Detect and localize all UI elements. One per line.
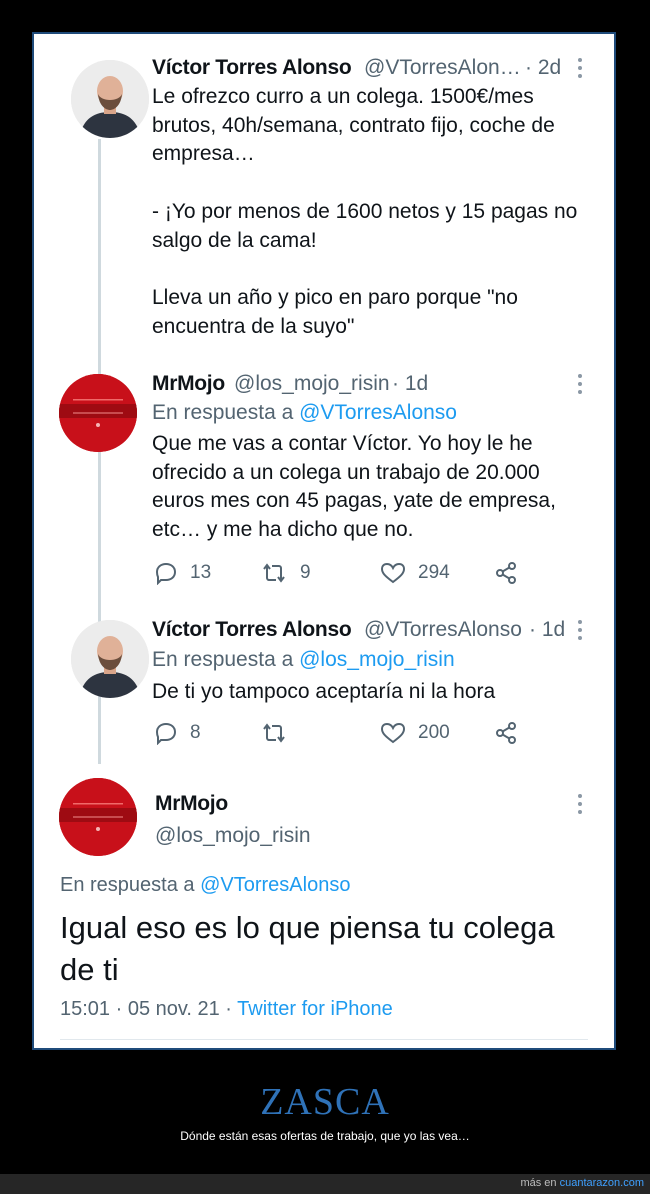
credit-prefix: más en	[520, 1177, 557, 1189]
logo-avatar-icon	[59, 778, 137, 856]
author-name[interactable]: MrMojo	[152, 372, 225, 396]
avatar[interactable]	[59, 374, 137, 452]
tweet-timestamp[interactable]: 15:01 · 05 nov. 21 ·	[60, 998, 232, 1020]
retweet-count: 9	[300, 562, 311, 583]
more-options-icon[interactable]	[577, 620, 583, 644]
person-avatar-icon	[71, 60, 149, 138]
reply-to-link[interactable]: @los_mojo_risin	[299, 648, 455, 671]
tweet-text: Que me vas a contar Víctor. Yo hoy le he…	[152, 432, 556, 542]
divider	[60, 1039, 588, 1040]
like-count: 200	[418, 722, 450, 743]
reply-icon	[155, 562, 177, 585]
reply-button[interactable]: 8	[154, 721, 201, 745]
reply-context: En respuesta a @los_mojo_risin	[152, 648, 455, 672]
avatar[interactable]	[71, 620, 149, 698]
reply-prefix: En respuesta a	[152, 648, 294, 671]
more-options-icon[interactable]	[577, 374, 583, 398]
reply-count: 13	[190, 562, 212, 583]
tweet-time[interactable]: · 2d	[525, 56, 561, 80]
retweet-icon	[263, 563, 285, 583]
retweet-icon	[263, 723, 285, 743]
logo-avatar-icon	[59, 374, 137, 452]
author-name[interactable]: Víctor Torres Alonso	[152, 56, 352, 80]
thread-line	[98, 448, 101, 624]
like-button[interactable]: 294	[380, 561, 450, 585]
like-count: 294	[418, 562, 450, 583]
tweet-meta: 15:01 · 05 nov. 21 · Twitter for iPhone	[60, 998, 393, 1021]
share-icon	[496, 722, 516, 744]
reply-to-link[interactable]: @VTorresAlonso	[299, 401, 457, 424]
site-link[interactable]: cuantarazon.com	[560, 1177, 644, 1189]
share-button[interactable]	[494, 721, 530, 745]
meme-title: ZASCA	[260, 1081, 390, 1123]
reply-prefix: En respuesta a	[152, 401, 294, 424]
author-name[interactable]: Víctor Torres Alonso	[152, 618, 352, 642]
site-footer: más en cuantarazon.com	[0, 1174, 650, 1194]
tweet-time[interactable]: · 1d	[529, 618, 565, 642]
meme-subtitle: Dónde están esas ofertas de trabajo, que…	[180, 1129, 470, 1143]
retweet-button[interactable]	[260, 721, 300, 745]
author-handle[interactable]: @VTorresAlon…	[364, 56, 521, 80]
reply-icon	[155, 722, 177, 745]
site-credit: más en cuantarazon.com	[520, 1177, 644, 1189]
tweet-time[interactable]: · 1d	[392, 372, 428, 396]
tweet-text: De ti yo tampoco aceptaría ni la hora	[152, 680, 496, 703]
author-handle[interactable]: @los_mojo_risin	[234, 372, 390, 396]
heart-icon	[380, 722, 406, 744]
thread-line	[98, 357, 101, 365]
more-options-icon[interactable]	[577, 58, 583, 82]
reply-button[interactable]: 13	[154, 561, 211, 585]
main-tweet-text: Igual eso es lo que piensa tu colega de …	[60, 910, 555, 987]
author-name[interactable]: MrMojo	[155, 792, 228, 816]
share-button[interactable]	[494, 561, 530, 585]
tweet-text: Le ofrezco curro a un colega. 1500€/mes …	[152, 85, 578, 338]
like-button[interactable]: 200	[380, 721, 450, 745]
reply-to-link[interactable]: @VTorresAlonso	[200, 874, 350, 896]
reply-count: 8	[190, 722, 201, 743]
author-handle[interactable]: @los_mojo_risin	[155, 824, 311, 848]
reply-context: En respuesta a @VTorresAlonso	[152, 401, 457, 425]
tweet-source[interactable]: Twitter for iPhone	[237, 998, 393, 1020]
more-options-icon[interactable]	[577, 794, 583, 818]
avatar[interactable]	[71, 60, 149, 138]
author-handle[interactable]: @VTorresAlonso	[364, 618, 522, 642]
thread-line	[98, 139, 101, 379]
thread-line	[98, 696, 101, 764]
retweet-button[interactable]: 9	[260, 561, 311, 585]
screenshot-frame: Víctor Torres Alonso @VTorresAlon… · 2d …	[32, 32, 616, 1050]
avatar[interactable]	[59, 778, 137, 856]
heart-icon	[380, 562, 406, 584]
reply-prefix: En respuesta a	[60, 874, 195, 896]
person-avatar-icon	[71, 620, 149, 698]
reply-context: En respuesta a @VTorresAlonso	[60, 874, 350, 897]
share-icon	[496, 562, 516, 584]
